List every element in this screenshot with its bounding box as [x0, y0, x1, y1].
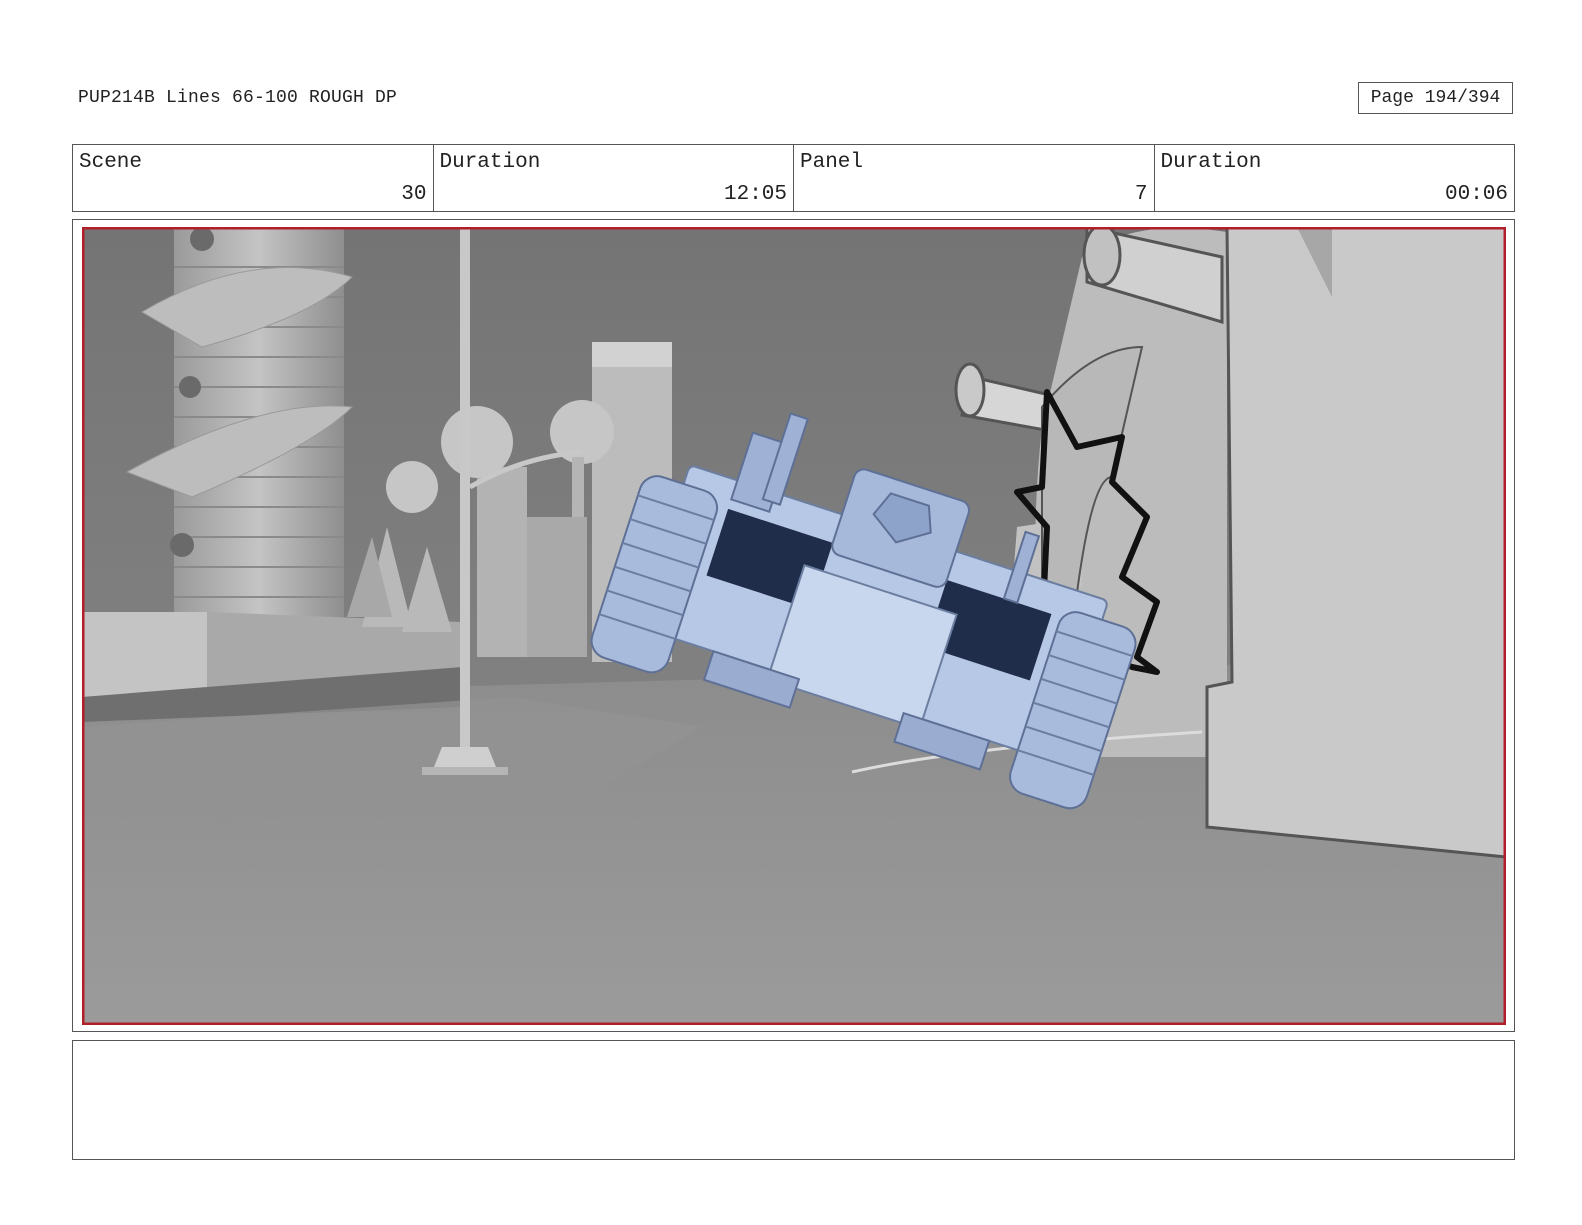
info-table: Scene 30 Duration 12:05 Panel 7 Duration… — [72, 144, 1515, 212]
page-number-box: Page 194/394 — [1358, 82, 1513, 114]
scene-duration-cell: Duration 12:05 — [434, 145, 794, 211]
scene-label: Scene — [79, 151, 143, 174]
panel-value: 7 — [1134, 183, 1148, 206]
scene-duration-label: Duration — [439, 151, 541, 174]
panel-label: Panel — [800, 151, 864, 174]
panel-cell: Panel 7 — [794, 145, 1155, 211]
storyboard-panel-image — [82, 227, 1506, 1025]
scene-duration-value: 12:05 — [723, 183, 787, 206]
panel-duration-cell: Duration 00:06 — [1155, 145, 1515, 211]
scene-value: 30 — [401, 183, 427, 206]
notes-box — [72, 1040, 1515, 1160]
document-title: PUP214B Lines 66-100 ROUGH DP — [78, 88, 398, 108]
panel-duration-value: 00:06 — [1444, 183, 1508, 206]
panel-duration-label: Duration — [1160, 151, 1262, 174]
notes-text — [73, 1041, 1514, 1057]
scene-cell: Scene 30 — [73, 145, 434, 211]
